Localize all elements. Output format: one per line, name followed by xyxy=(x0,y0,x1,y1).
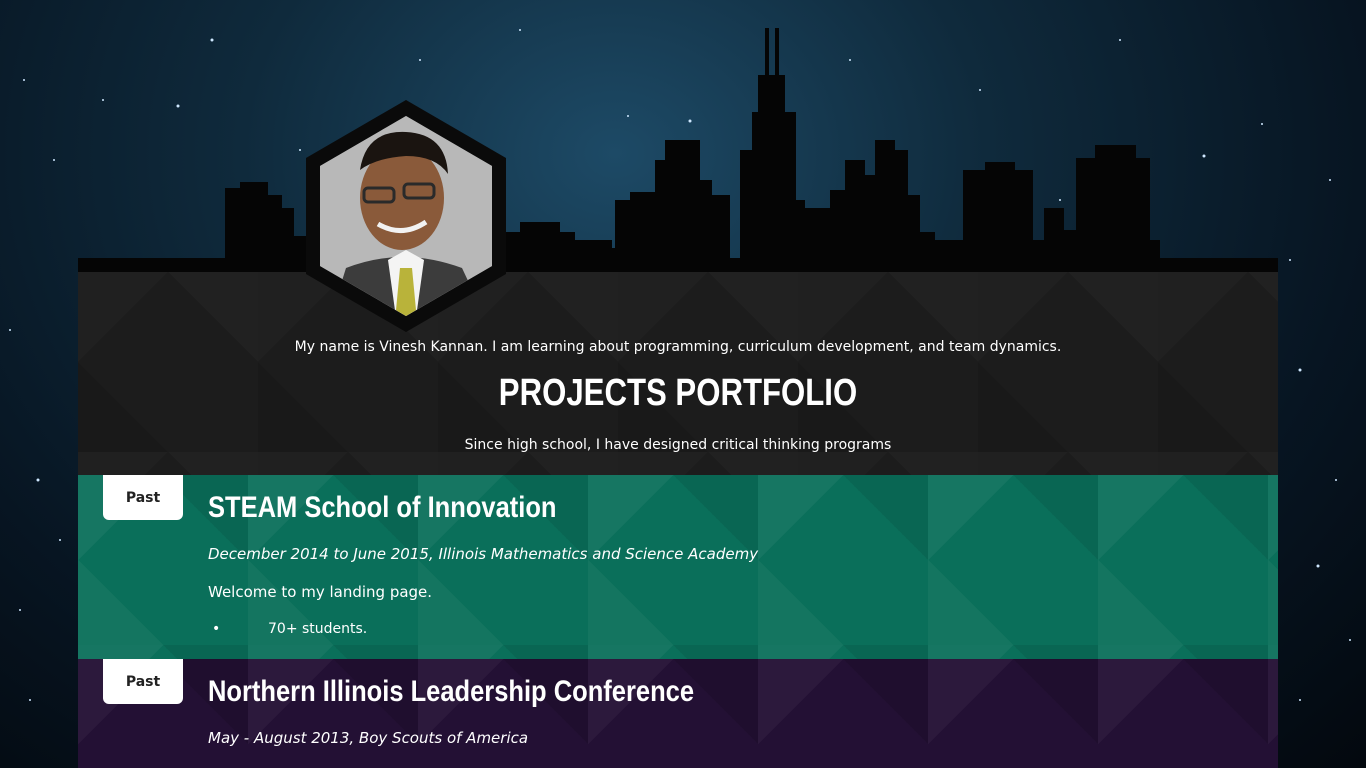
project-title[interactable]: Northern Illinois Leadership Conference xyxy=(208,675,694,709)
project-card: Past STEAM School of Innovation December… xyxy=(78,475,1278,659)
project-card: Past Northern Illinois Leadership Confer… xyxy=(78,659,1278,768)
profile-header: My name is Vinesh Kannan. I am learning … xyxy=(78,272,1278,475)
project-bullets: 70+ students. xyxy=(212,621,367,637)
project-meta: December 2014 to June 2015, Illinois Mat… xyxy=(208,545,759,563)
project-description: Welcome to my landing page. xyxy=(208,583,433,601)
page-title: PROJECTS PORTFOLIO xyxy=(498,372,858,414)
project-title[interactable]: STEAM School of Innovation xyxy=(208,491,556,525)
list-item: 70+ students. xyxy=(212,621,367,637)
status-badge: Past xyxy=(103,659,183,704)
intro-tagline: My name is Vinesh Kannan. I am learning … xyxy=(294,339,1062,355)
status-badge: Past xyxy=(103,475,183,520)
portfolio-page: My name is Vinesh Kannan. I am learning … xyxy=(78,100,1278,768)
avatar xyxy=(306,100,506,332)
page-subtitle: Since high school, I have designed criti… xyxy=(464,437,892,453)
city-skyline xyxy=(78,28,1278,272)
project-meta: May - August 2013, Boy Scouts of America xyxy=(208,729,529,747)
